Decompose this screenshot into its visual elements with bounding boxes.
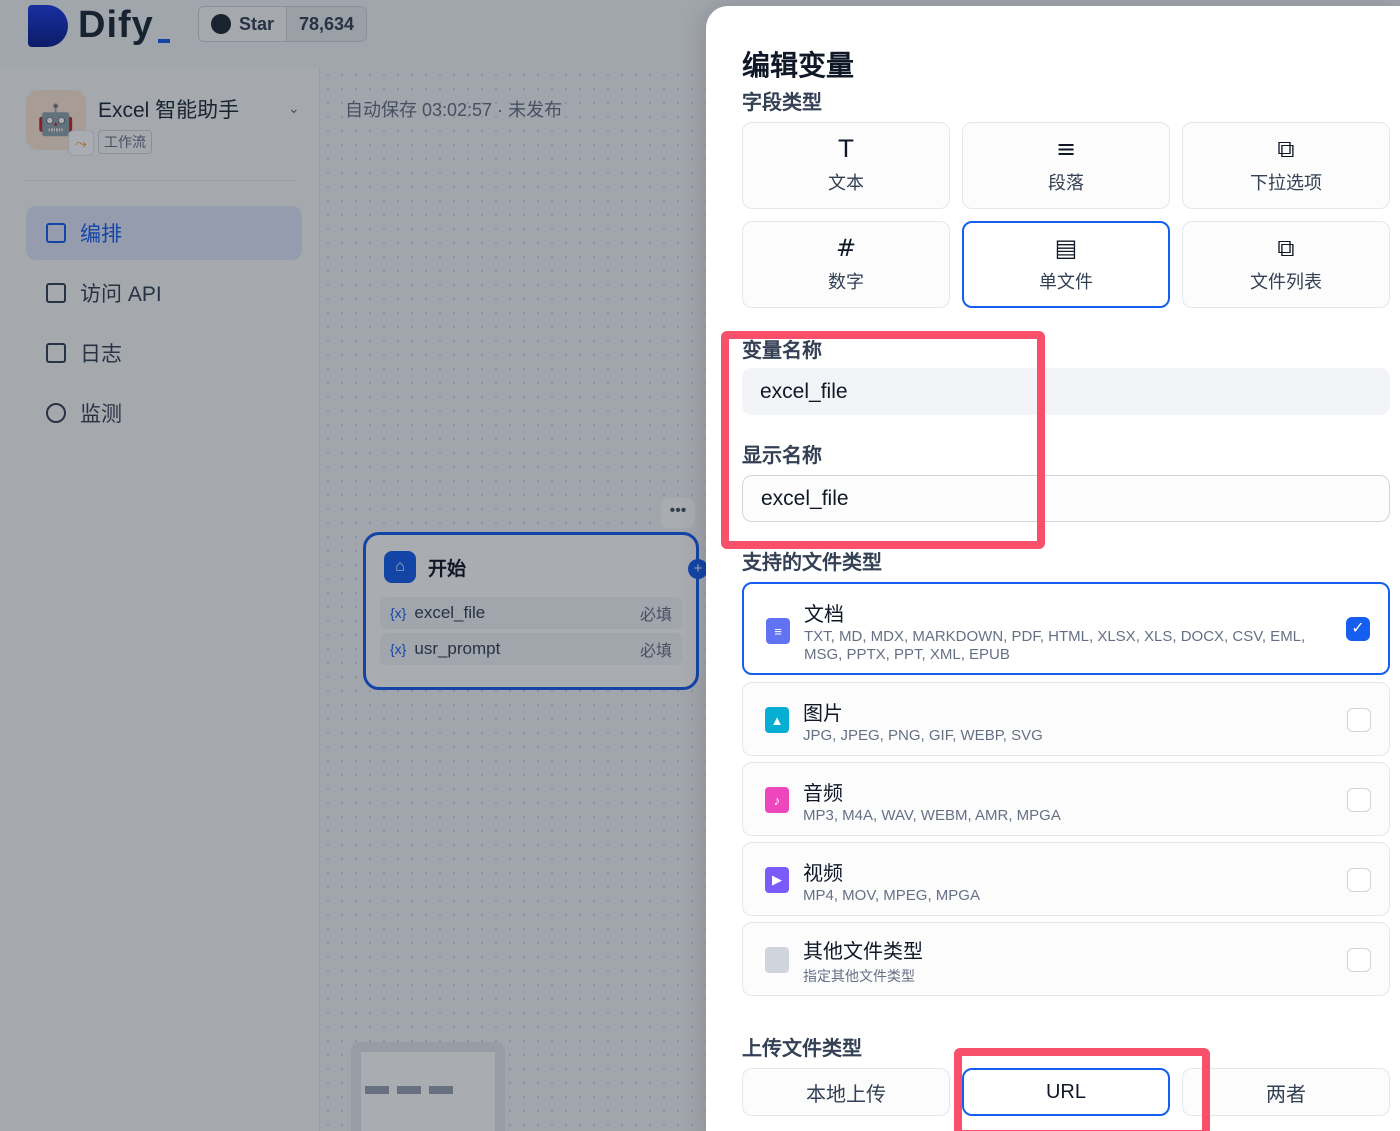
hash-icon: # xyxy=(835,233,857,262)
file-type-checkbox[interactable] xyxy=(1347,708,1371,732)
file-type-checkbox[interactable] xyxy=(1347,868,1371,892)
file-type-name: 图片 xyxy=(803,703,843,725)
file-type-desc: MP3, M4A, WAV, WEBM, AMR, MPGA xyxy=(803,807,1061,824)
field-type-label: 段落 xyxy=(1048,172,1084,193)
file-type-audio[interactable]: ♪ 音频 MP3, M4A, WAV, WEBM, AMR, MPGA xyxy=(742,762,1390,836)
file-type-desc: MP4, MOV, MPEG, MPGA xyxy=(803,887,980,904)
document-icon: ≡ xyxy=(766,618,790,644)
field-type-label: 文件列表 xyxy=(1250,271,1322,292)
field-type-label: 数字 xyxy=(828,271,864,292)
file-type-other[interactable]: 其他文件类型 指定其他文件类型 xyxy=(742,922,1390,996)
audio-icon: ♪ xyxy=(765,787,789,813)
field-type-label: 下拉选项 xyxy=(1250,172,1322,193)
annotation-highlight-url xyxy=(954,1048,1210,1131)
field-type-file-list[interactable]: ⧉ 文件列表 xyxy=(1182,221,1390,308)
file-icon: ▤ xyxy=(1054,233,1078,262)
edit-variable-panel: 编辑变量 字段类型 T 文本 ≡ 段落 ⧉ 下拉选项 # 数字 ▤ 单文件 ⧉ … xyxy=(706,6,1400,1131)
file-type-name: 文档 xyxy=(804,604,844,626)
file-type-desc: 指定其他文件类型 xyxy=(803,968,915,984)
other-file-icon xyxy=(765,947,789,973)
field-type-label: 文本 xyxy=(828,172,864,193)
image-icon: ▲ xyxy=(765,707,789,733)
paragraph-icon: ≡ xyxy=(1055,134,1077,163)
file-type-checkbox[interactable] xyxy=(1347,788,1371,812)
field-type-paragraph[interactable]: ≡ 段落 xyxy=(962,122,1170,209)
field-type-select[interactable]: ⧉ 下拉选项 xyxy=(1182,122,1390,209)
file-type-name: 音频 xyxy=(803,783,843,805)
file-list-icon: ⧉ xyxy=(1277,233,1295,262)
file-type-document[interactable]: ≡ 文档 TXT, MD, MDX, MARKDOWN, PDF, HTML, … xyxy=(742,582,1390,675)
file-type-checkbox[interactable] xyxy=(1347,948,1371,972)
field-type-text[interactable]: T 文本 xyxy=(742,122,950,209)
file-type-name: 视频 xyxy=(803,863,843,885)
file-type-name: 其他文件类型 xyxy=(803,941,923,963)
field-type-label: 单文件 xyxy=(1039,271,1093,292)
supported-file-types-label: 支持的文件类型 xyxy=(742,552,882,574)
panel-title: 编辑变量 xyxy=(742,50,855,81)
upload-type-label: 上传文件类型 xyxy=(742,1038,862,1060)
video-icon: ▶ xyxy=(765,867,789,893)
field-type-single-file[interactable]: ▤ 单文件 xyxy=(962,221,1170,308)
field-type-label: 字段类型 xyxy=(742,92,822,114)
field-type-number[interactable]: # 数字 xyxy=(742,221,950,308)
file-type-checkbox[interactable]: ✓ xyxy=(1346,617,1370,641)
file-type-video[interactable]: ▶ 视频 MP4, MOV, MPEG, MPGA xyxy=(742,842,1390,916)
upload-local-button[interactable]: 本地上传 xyxy=(742,1068,950,1116)
field-type-grid: T 文本 ≡ 段落 ⧉ 下拉选项 # 数字 ▤ 单文件 ⧉ 文件列表 xyxy=(742,122,1390,308)
file-type-image[interactable]: ▲ 图片 JPG, JPEG, PNG, GIF, WEBP, SVG xyxy=(742,682,1390,756)
text-box-icon: T xyxy=(838,134,854,163)
file-type-desc: TXT, MD, MDX, MARKDOWN, PDF, HTML, XLSX,… xyxy=(804,628,1306,663)
file-type-desc: JPG, JPEG, PNG, GIF, WEBP, SVG xyxy=(803,727,1043,744)
annotation-highlight-names xyxy=(721,331,1045,549)
select-options-icon: ⧉ xyxy=(1277,134,1295,163)
upload-both-button[interactable]: 两者 xyxy=(1182,1068,1390,1116)
